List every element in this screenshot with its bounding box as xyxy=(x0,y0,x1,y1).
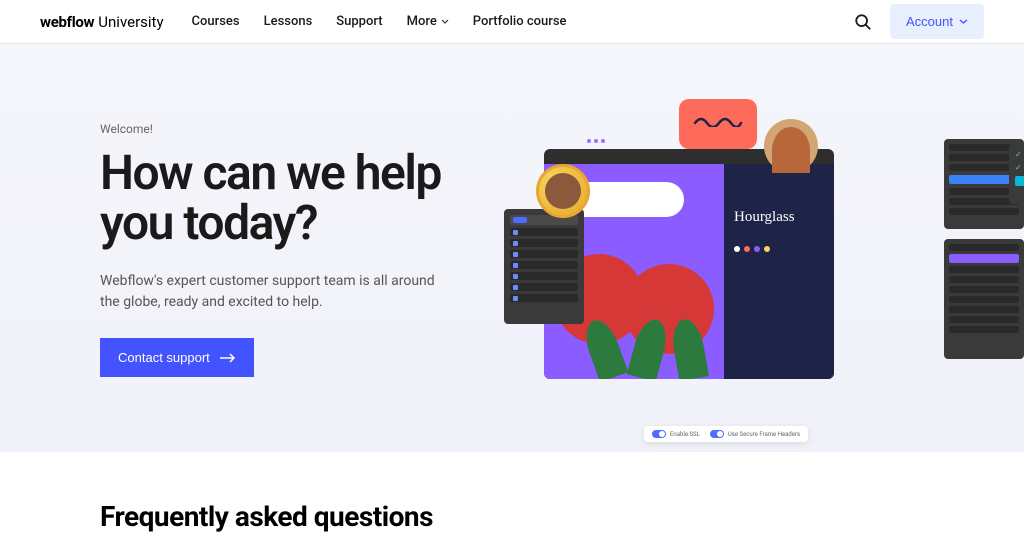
search-icon[interactable] xyxy=(854,13,872,31)
speech-bubble-scribble xyxy=(679,99,757,149)
site-preview: Hourglass xyxy=(724,164,834,379)
nav-lessons[interactable]: Lessons xyxy=(264,14,313,29)
preview-title: Hourglass xyxy=(734,209,824,226)
hero-collage: Hourglass yo xyxy=(504,94,1004,434)
account-button[interactable]: Account xyxy=(890,4,984,39)
publish-panel: yoursite.webflow.io yoursite.com xyxy=(1009,144,1024,204)
logo-section: University xyxy=(98,13,163,31)
contact-support-button[interactable]: Contact support xyxy=(100,338,254,377)
toggle-switch-icon xyxy=(652,430,666,438)
hero-subtitle: Webflow's expert customer support team i… xyxy=(100,271,440,314)
faq-title: Frequently asked questions xyxy=(100,500,924,533)
nav-courses[interactable]: Courses xyxy=(192,14,240,29)
nav-more[interactable]: More xyxy=(407,14,449,29)
chevron-down-icon xyxy=(959,19,968,24)
hero-title: How can we help you today? xyxy=(100,148,500,249)
ssl-toggle[interactable]: Enable SSL xyxy=(652,430,700,438)
nav-portfolio[interactable]: Portfolio course xyxy=(473,14,567,29)
avatar xyxy=(536,164,590,218)
settings-panel xyxy=(944,239,1024,359)
window-controls-icon xyxy=(587,139,605,143)
toggle-switch-icon xyxy=(710,430,724,438)
hero-eyebrow: Welcome! xyxy=(100,122,500,136)
header: webflow University Courses Lessons Suppo… xyxy=(0,0,1024,44)
faq-section: Frequently asked questions xyxy=(0,452,1024,553)
interactions-panel xyxy=(504,209,584,324)
hero-section: Welcome! How can we help you today? Webf… xyxy=(0,44,1024,452)
nav-support[interactable]: Support xyxy=(336,14,382,29)
chevron-down-icon xyxy=(441,19,449,24)
arrow-right-icon xyxy=(220,353,236,363)
color-swatches xyxy=(734,246,824,252)
avatar xyxy=(764,119,818,173)
logo[interactable]: webflow University xyxy=(40,13,164,31)
scribble-icon xyxy=(693,113,743,127)
main-nav: Courses Lessons Support More Portfolio c… xyxy=(192,14,567,29)
header-right: Account xyxy=(854,4,984,39)
logo-brand: webflow xyxy=(40,13,94,31)
secure-headers-toggle[interactable]: Use Secure Frame Headers xyxy=(710,430,800,438)
toggle-settings: Enable SSL Use Secure Frame Headers xyxy=(644,426,808,442)
hero-content: Welcome! How can we help you today? Webf… xyxy=(100,122,500,392)
